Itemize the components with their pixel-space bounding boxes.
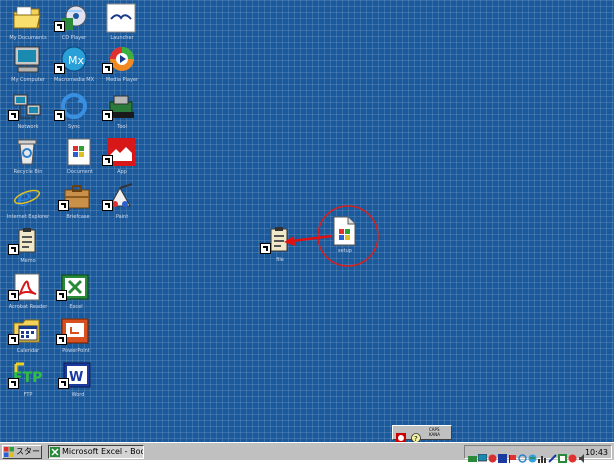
ime-toolbar[interactable]: ? CAPS KANA [392,425,452,443]
annotation-arrow-head [284,236,295,246]
tray-globe-icon[interactable] [528,448,537,463]
taskbar: スタート Microsoft Excel - Book1 10:43 [0,442,614,463]
desktop[interactable]: My Documents CD Player Launcher My Compu… [0,0,614,442]
tray-antivirus-icon[interactable] [498,448,507,463]
tray-security-icon[interactable] [488,448,497,463]
tray-sync-icon[interactable] [518,448,527,463]
ime-help-icon[interactable]: ? [411,428,421,443]
system-tray: 10:43 [464,445,612,463]
annotation-arrow-shaft [291,234,333,243]
tray-flag-icon[interactable] [508,448,517,463]
start-label: スタート [16,447,41,456]
annotation-overlay [284,205,379,267]
taskbar-button-excel-label: Microsoft Excel - Book1 [62,447,143,456]
tray-pen-icon[interactable] [548,448,557,463]
excel-small-icon [50,447,60,457]
taskbar-clock[interactable]: 10:43 [585,447,608,458]
ime-mode-label: CAPS KANA [429,427,441,437]
tray-monitor-icon[interactable] [477,448,488,462]
tray-network-icon[interactable] [468,448,477,462]
start-button[interactable]: スタート [2,445,42,459]
tray-app-icon[interactable] [558,448,567,463]
taskbar-button-excel[interactable]: Microsoft Excel - Book1 [48,445,144,459]
tray-chart-icon[interactable] [538,448,547,463]
tray-help-icon[interactable] [568,448,577,463]
windows-logo-icon [4,447,14,457]
ime-red-icon[interactable] [396,428,406,443]
